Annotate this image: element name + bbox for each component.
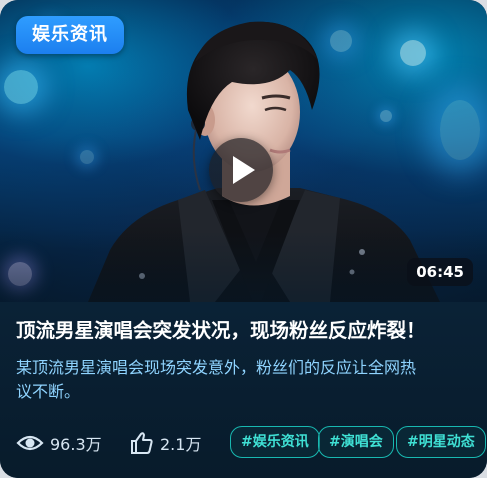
play-icon xyxy=(233,156,255,184)
likes-count: 2.1万 xyxy=(160,435,202,454)
views-count: 96.3万 xyxy=(50,435,102,454)
video-title[interactable]: 顶流男星演唱会突发状况，现场粉丝反应炸裂！ xyxy=(16,316,476,346)
video-card[interactable]: 娱乐资讯 06:45 顶流男星演唱会突发状况，现场粉丝反应炸裂！ 某顶流男星演唱… xyxy=(0,0,487,478)
eye-icon xyxy=(16,435,44,451)
likes-stat[interactable]: 2.1万 xyxy=(130,430,201,456)
video-description: 某顶流男星演唱会现场突发意外，粉丝们的反应让全网热议不断。 xyxy=(16,358,417,401)
video-info: 顶流男星演唱会突发状况，现场粉丝反应炸裂！ 某顶流男星演唱会现场突发意外，粉丝们… xyxy=(0,302,487,478)
video-duration: 06:45 xyxy=(407,258,473,286)
category-badge: 娱乐资讯 xyxy=(16,16,124,54)
views-stat: 96.3万 xyxy=(16,430,102,456)
video-thumbnail[interactable]: 娱乐资讯 06:45 xyxy=(0,0,487,302)
tag-entertainment[interactable]: #娱乐资讯 xyxy=(230,426,320,458)
tag-concert[interactable]: #演唱会 xyxy=(318,426,394,458)
tag-celebrity-news[interactable]: #明星动态 xyxy=(396,426,486,458)
play-button[interactable] xyxy=(209,138,273,202)
thumbs-up-icon xyxy=(131,432,153,454)
